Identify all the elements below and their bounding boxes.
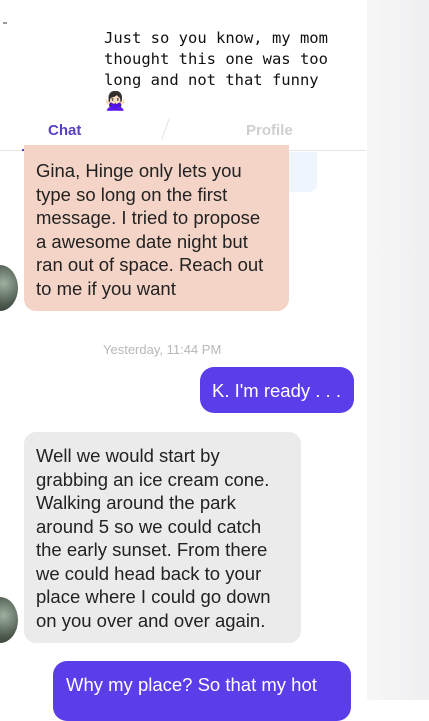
caption-line: Just so you know, my mom bbox=[104, 29, 328, 47]
story-caption: Just so you know, my mom thought this on… bbox=[104, 28, 404, 113]
message-line: ran out of space. Reach out bbox=[36, 254, 264, 275]
message-line: grabbing an ice cream cone. bbox=[36, 468, 270, 490]
tab-divider bbox=[161, 118, 170, 140]
received-message-bubble[interactable]: Well we would start by grabbing an ice c… bbox=[24, 432, 301, 643]
tab-profile[interactable]: Profile bbox=[246, 122, 293, 139]
sent-message-bubble[interactable]: Why my place? So that my hot bbox=[53, 661, 351, 721]
message-line: we could head back to your bbox=[36, 562, 262, 584]
woman-gesturing-no-emoji: 🙅🏻‍♀️ bbox=[104, 91, 127, 112]
received-message-bubble[interactable]: Gina, Hinge only lets you type so long o… bbox=[24, 145, 289, 311]
message-line: Gina, Hinge only lets you bbox=[36, 160, 242, 181]
message-line: on you over and over again. bbox=[36, 609, 266, 631]
message-line: the early sunset. From there bbox=[36, 539, 268, 560]
sender-avatar[interactable] bbox=[0, 265, 18, 311]
tab-chat[interactable]: Chat bbox=[48, 122, 81, 139]
caption-line: long and not that funny bbox=[104, 71, 319, 89]
message-line: type so long on the first bbox=[36, 183, 228, 205]
message-line: to me if you want bbox=[36, 277, 176, 299]
sent-message-bubble[interactable]: K. I'm ready . . . bbox=[200, 367, 354, 413]
message-line: message. I tried to propose bbox=[36, 207, 261, 228]
message-line: place where I could go down bbox=[36, 586, 271, 607]
message-line: around 5 so we could catch bbox=[36, 515, 262, 537]
sender-avatar[interactable] bbox=[0, 597, 18, 643]
message-line: a awesome date night but bbox=[36, 230, 248, 252]
profile-photo-hint bbox=[289, 152, 317, 192]
message-line: Walking around the park bbox=[36, 492, 236, 513]
caption-line: thought this one was too bbox=[104, 50, 328, 68]
message-line: Well we would start by bbox=[36, 445, 220, 466]
message-timestamp: Yesterday, 11:44 PM bbox=[103, 342, 222, 357]
corner-mark bbox=[3, 22, 7, 24]
